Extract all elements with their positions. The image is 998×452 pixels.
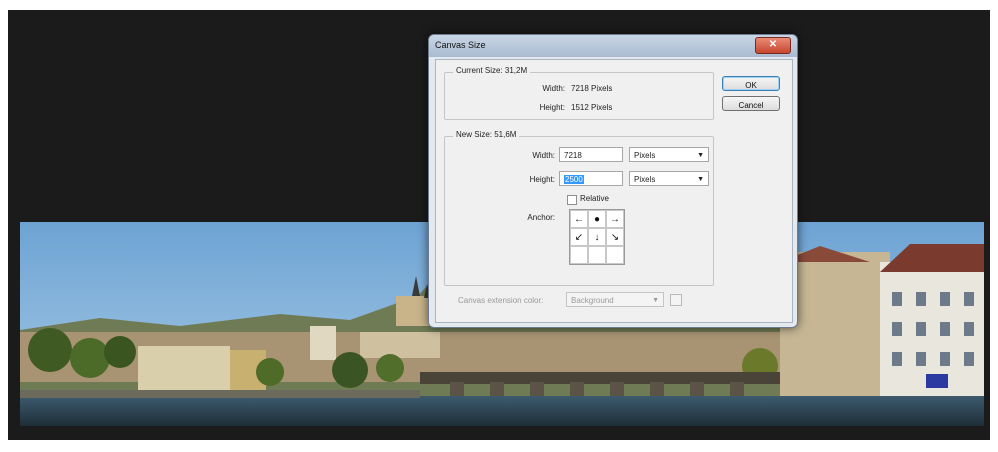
current-size-group: Current Size: 31,2M Width: 7218 Pixels H… — [444, 66, 714, 120]
anchor-cell-middle-center[interactable]: ↓ — [588, 228, 606, 246]
anchor-cell-bottom-center[interactable] — [588, 246, 606, 264]
extension-color-select[interactable]: Background ▼ — [566, 292, 664, 307]
width-input-value: 7218 — [564, 151, 582, 160]
new-width-label: Width: — [532, 151, 555, 160]
close-icon: ✕ — [768, 39, 778, 50]
close-button[interactable]: ✕ — [755, 37, 791, 54]
current-height-label: Height: — [539, 103, 565, 112]
width-unit-value: Pixels — [634, 151, 656, 160]
canvas-size-dialog: Canvas Size ✕ Current Size: 31,2M Width:… — [428, 34, 798, 328]
anchor-cell-top-left[interactable]: ← — [570, 210, 588, 228]
relative-label: Relative — [580, 194, 609, 203]
anchor-cell-bottom-left[interactable] — [570, 246, 588, 264]
height-unit-value: Pixels — [634, 175, 656, 184]
width-unit-select[interactable]: Pixels ▼ — [629, 147, 709, 162]
anchor-label: Anchor: — [527, 213, 555, 222]
height-input[interactable]: 2500 — [559, 171, 623, 186]
cancel-button[interactable]: Cancel — [722, 96, 780, 111]
new-height-label: Height: — [529, 175, 555, 184]
chevron-down-icon: ▼ — [652, 297, 659, 304]
width-input[interactable]: 7218 — [559, 147, 623, 162]
extension-color-value: Background — [571, 296, 614, 305]
dialog-title: Canvas Size — [435, 40, 486, 50]
extension-color-label: Canvas extension color: — [458, 296, 544, 305]
anchor-cell-top-center[interactable]: ● — [588, 210, 606, 228]
new-size-group: New Size: 51,6M Width: 7218 Pixels ▼ Hei… — [444, 130, 714, 286]
current-width-label: Width: — [542, 84, 565, 93]
dialog-titlebar[interactable]: Canvas Size ✕ — [429, 35, 797, 57]
chevron-down-icon: ▼ — [697, 152, 704, 159]
dialog-body: Current Size: 31,2M Width: 7218 Pixels H… — [435, 59, 793, 323]
anchor-cell-bottom-right[interactable] — [606, 246, 624, 264]
relative-checkbox[interactable] — [567, 195, 577, 205]
new-size-legend: New Size: 51,6M — [453, 130, 520, 139]
anchor-cell-middle-left[interactable]: ↙ — [570, 228, 588, 246]
current-height-value: 1512 Pixels — [571, 103, 613, 112]
chevron-down-icon: ▼ — [697, 176, 704, 183]
height-input-value: 2500 — [564, 175, 584, 184]
ok-button[interactable]: OK — [722, 76, 780, 91]
current-width-value: 7218 Pixels — [571, 84, 613, 93]
current-size-legend: Current Size: 31,2M — [453, 66, 531, 75]
anchor-cell-top-right[interactable]: → — [606, 210, 624, 228]
anchor-cell-middle-right[interactable]: ↘ — [606, 228, 624, 246]
height-unit-select[interactable]: Pixels ▼ — [629, 171, 709, 186]
anchor-grid[interactable]: ← ● → ↙ ↓ ↘ — [569, 209, 625, 265]
extension-color-swatch[interactable] — [670, 294, 682, 306]
